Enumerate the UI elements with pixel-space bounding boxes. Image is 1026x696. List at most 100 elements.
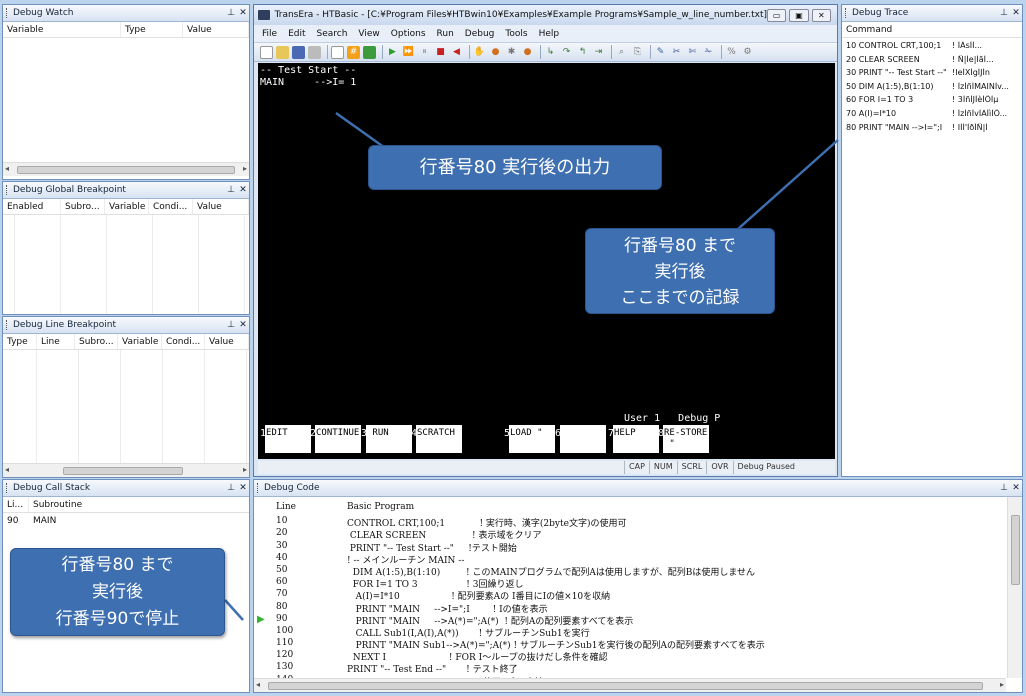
tool-a-icon[interactable]: ✎: [654, 46, 667, 59]
grip-icon[interactable]: [6, 483, 9, 493]
horizontal-scrollbar[interactable]: ◂ ▸: [3, 162, 249, 176]
code-row[interactable]: 130 PRINT "-- Test End --" ! テスト終了: [254, 662, 1006, 675]
column-line[interactable]: Li...: [3, 497, 29, 512]
run-icon[interactable]: ▶: [386, 46, 399, 59]
scroll-thumb[interactable]: [17, 166, 235, 174]
scroll-left-icon[interactable]: ◂: [5, 465, 9, 474]
code-row[interactable]: 100 CALL Sub1(I,A(I),A(*)) ! サブルーチンSub1を…: [254, 626, 1006, 639]
code-row[interactable]: 120 NEXT I ! FOR I～ループの抜けだし条件を確認: [254, 650, 1006, 663]
close-icon[interactable]: ✕: [237, 185, 249, 195]
debug-code-header[interactable]: Debug Code ⊥ ✕: [254, 480, 1022, 497]
screen-icon[interactable]: [363, 45, 376, 59]
pin-icon[interactable]: ⊥: [225, 483, 237, 493]
code-row[interactable]: 50 DIM A(1:5),B(1:10) ! このMAINプログラムで配列Aは…: [254, 565, 1006, 578]
comment-icon[interactable]: %: [725, 46, 738, 59]
code-row[interactable]: ▶ 90 PRINT "MAIN -->A(*)=";A(*) ! 配列Aの配列要…: [254, 614, 1006, 627]
grip-icon[interactable]: [6, 8, 9, 18]
function-key-7[interactable]: 7 HELP: [608, 425, 659, 455]
column-value[interactable]: Value: [183, 22, 249, 37]
scroll-right-icon[interactable]: ▸: [243, 465, 247, 474]
column-value[interactable]: Value: [193, 199, 249, 214]
restore-button[interactable]: ▣: [789, 8, 809, 22]
trace-row[interactable]: 80 PRINT "MAIN -->I=";I ! IÌÌ'ÌðÌÑ|Ì: [842, 123, 1022, 137]
menu-debug[interactable]: Debug: [465, 29, 495, 39]
stop-icon[interactable]: ■: [434, 46, 447, 59]
scroll-right-icon[interactable]: ▸: [1000, 680, 1004, 689]
menu-help[interactable]: Help: [539, 29, 560, 39]
pin-icon[interactable]: ⊥: [998, 483, 1010, 493]
column-condition[interactable]: Condi...: [162, 334, 205, 349]
call-stack-header[interactable]: Debug Call Stack ⊥ ✕: [3, 480, 249, 497]
code-row[interactable]: 40 ! -- メインルーチン MAIN --: [254, 553, 1006, 566]
code-row[interactable]: 20 CLEAR SCREEN ! 表示域をクリア: [254, 528, 1006, 541]
function-key-3[interactable]: 3 RUN: [361, 425, 412, 455]
function-key-1[interactable]: 1 EDIT: [260, 425, 311, 455]
pin-icon[interactable]: ⊥: [225, 185, 237, 195]
grip-icon[interactable]: [6, 185, 9, 195]
step-out-icon[interactable]: ↰: [576, 46, 589, 59]
close-icon[interactable]: ✕: [1010, 483, 1022, 493]
menu-view[interactable]: View: [358, 29, 379, 39]
scroll-left-icon[interactable]: ◂: [256, 680, 260, 689]
line-number-icon[interactable]: #: [347, 45, 360, 59]
column-variable[interactable]: Variable: [3, 22, 121, 37]
menu-tools[interactable]: Tools: [505, 29, 527, 39]
trace-row[interactable]: 10 CONTROL CRT,100;1 ! ÌÀsÌÌ...: [842, 41, 1022, 55]
code-row[interactable]: 70 A(I)=I*10 ! 配列要素Aの I番目にIの値×10を収納: [254, 589, 1006, 602]
column-line[interactable]: Line: [37, 334, 75, 349]
grip-icon[interactable]: [257, 483, 260, 493]
menu-file[interactable]: File: [262, 29, 277, 39]
function-key-8[interactable]: 8 RE-STORE ": [658, 425, 709, 455]
column-value[interactable]: Value: [205, 334, 249, 349]
open-folder-icon[interactable]: [276, 45, 289, 59]
code-row[interactable]: 30 PRINT "-- Test Start --" !テスト開始: [254, 541, 1006, 554]
pin-icon[interactable]: ⊥: [998, 8, 1010, 18]
trace-row[interactable]: 70 A(I)=I*10 ! ÌzÌñÌvÌAÌìÌÔ...: [842, 109, 1022, 123]
new-file-icon[interactable]: [260, 45, 273, 59]
tool-c-icon[interactable]: ✄: [686, 46, 699, 59]
uncomment-icon[interactable]: ⚙: [741, 46, 754, 59]
scroll-thumb[interactable]: [268, 682, 983, 690]
pause-icon[interactable]: ⏸: [418, 46, 431, 59]
save-icon[interactable]: [292, 45, 305, 59]
column-command[interactable]: Command: [842, 22, 1022, 37]
global-breakpoint-header[interactable]: Debug Global Breakpoint ⊥ ✕: [3, 182, 249, 199]
menu-search[interactable]: Search: [317, 29, 348, 39]
close-button[interactable]: ✕: [811, 8, 832, 22]
scroll-left-icon[interactable]: ◂: [5, 164, 9, 173]
menu-edit[interactable]: Edit: [288, 29, 305, 39]
menu-options[interactable]: Options: [391, 29, 426, 39]
column-subroutine[interactable]: Subro...: [61, 199, 105, 214]
replace-icon[interactable]: ⎘: [631, 46, 644, 59]
document-icon[interactable]: [331, 45, 344, 59]
grip-icon[interactable]: [6, 320, 9, 330]
scroll-thumb[interactable]: [1011, 515, 1020, 585]
table-row[interactable]: 90 MAIN: [3, 513, 249, 529]
step-over-icon[interactable]: ↷: [560, 46, 573, 59]
line-breakpoint-header[interactable]: Debug Line Breakpoint ⊥ ✕: [3, 317, 249, 334]
tool-b-icon[interactable]: ✂: [670, 46, 683, 59]
column-condition[interactable]: Condi...: [149, 199, 193, 214]
grip-icon[interactable]: [845, 8, 848, 18]
column-type[interactable]: Type: [3, 334, 37, 349]
code-row[interactable]: 60 FOR I=1 TO 3 ! 3回繰り返し: [254, 577, 1006, 590]
breakpoint-icon[interactable]: ●: [489, 46, 502, 59]
column-subroutine[interactable]: Subro...: [75, 334, 118, 349]
watch-icon[interactable]: ✱: [505, 46, 518, 59]
trace-row[interactable]: 60 FOR I=1 TO 3 ! 3ÌñÌJÌèÌÔÌμ: [842, 95, 1022, 109]
scroll-thumb[interactable]: [63, 467, 183, 475]
trace-row[interactable]: 20 CLEAR SCREEN ! Ñ|Ìe|ÌãÌ...: [842, 55, 1022, 69]
title-bar[interactable]: TransEra - HTBasic - [C:¥Program Files¥H…: [254, 5, 837, 25]
function-key-2[interactable]: 2 CONTINUE: [310, 425, 361, 455]
pin-icon[interactable]: ⊥: [225, 320, 237, 330]
function-key-6[interactable]: 6: [555, 425, 606, 455]
print-icon[interactable]: [308, 45, 321, 59]
close-icon[interactable]: ✕: [1010, 8, 1022, 18]
code-row[interactable]: 80 PRINT "MAIN -->I=";I ! Iの値を表示: [254, 602, 1006, 615]
minimize-button[interactable]: ▭: [766, 8, 787, 22]
code-row[interactable]: 110 PRINT "MAIN Sub1-->A(*)=";A(*) ! サブル…: [254, 638, 1006, 651]
horizontal-scrollbar[interactable]: ◂ ▸: [3, 463, 249, 477]
code-row[interactable]: 10 CONTROL CRT,100;1 ! 実行時、漢字(2byte文字)の使用…: [254, 516, 1006, 529]
pin-icon[interactable]: ⊥: [225, 8, 237, 18]
column-enabled[interactable]: Enabled: [3, 199, 61, 214]
